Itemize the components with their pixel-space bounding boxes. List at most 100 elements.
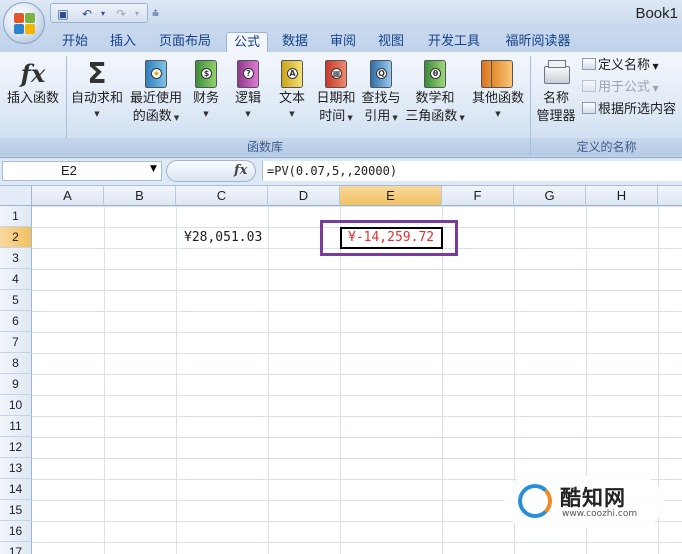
- name-manager-button[interactable]: 名称 管理器: [532, 58, 580, 126]
- create-from-selection-label: 根据所选内容: [598, 102, 677, 117]
- highlight-annotation-box: [320, 220, 458, 256]
- logical-button[interactable]: ? 逻辑 ▼: [230, 58, 266, 120]
- row-header-3[interactable]: 3: [0, 248, 32, 269]
- use-in-formula-icon: [582, 80, 596, 92]
- row-header-14[interactable]: 14: [0, 479, 32, 500]
- dropdown-arrow-icon: ▼: [650, 62, 659, 71]
- name-manager-icon: [543, 58, 570, 90]
- row-header-7[interactable]: 7: [0, 332, 32, 353]
- quick-access-toolbar: ▣ ↶ ▾ ↷ ▾: [50, 3, 148, 23]
- row-header-15[interactable]: 15: [0, 500, 32, 521]
- math-label-line2: 三角函数: [405, 109, 458, 124]
- math-trig-button[interactable]: θ 数学和 三角函数 ▼: [404, 58, 466, 126]
- define-name-label: 定义名称: [598, 58, 651, 73]
- create-from-selection-icon: [582, 102, 596, 114]
- row-header-4[interactable]: 4: [0, 269, 32, 290]
- office-logo-icon: [14, 13, 36, 35]
- column-header-partial[interactable]: [658, 186, 682, 206]
- office-button[interactable]: [3, 2, 45, 44]
- recent-functions-book-icon: ★: [143, 58, 169, 90]
- financial-book-icon: $: [193, 58, 219, 90]
- ribbon-tabs: 开始 插入 页面布局 公式 数据 审阅 视图 开发工具 福昕阅读器: [0, 30, 682, 52]
- ribbon: fx 插入函数 Σ 自动求和 ▼ ★ 最近使用 的函数 ▼ $ 财务 ▼ ? 逻…: [0, 52, 682, 158]
- row-header-12[interactable]: 12: [0, 437, 32, 458]
- formula-bar: E2 ▼ fx =PV(0.07,5,,20000): [0, 158, 682, 186]
- dropdown-arrow-icon: ▼: [390, 114, 398, 122]
- tab-view[interactable]: 视图: [370, 32, 412, 52]
- create-from-selection-button[interactable]: 根据所选内容: [582, 100, 676, 120]
- title-bar: ▣ ↶ ▾ ↷ ▾ ⩮ Book1: [0, 0, 682, 30]
- dropdown-arrow-icon: ▼: [495, 110, 501, 118]
- select-all-corner[interactable]: [0, 186, 32, 206]
- dropdown-arrow-icon: ▼: [245, 110, 251, 118]
- dropdown-arrow-icon: ▼: [94, 110, 100, 118]
- row-header-1[interactable]: 1: [0, 206, 32, 227]
- column-header-a[interactable]: A: [32, 186, 104, 206]
- cell-c2[interactable]: ¥28,051.03: [184, 227, 262, 248]
- name-box-dropdown-icon[interactable]: ▼: [150, 164, 157, 174]
- lookup-label-line2: 引用: [364, 109, 391, 124]
- tab-home[interactable]: 开始: [54, 32, 96, 52]
- undo-dropdown-icon[interactable]: ▾: [95, 6, 111, 22]
- dropdown-arrow-icon: ▼: [171, 114, 180, 122]
- row-header-2[interactable]: 2: [0, 227, 32, 248]
- gridline: [268, 206, 269, 554]
- redo-dropdown-icon[interactable]: ▾: [129, 6, 145, 22]
- dropdown-arrow-icon: ▼: [650, 84, 659, 93]
- row-header-5[interactable]: 5: [0, 290, 32, 311]
- more-functions-books-icon: [481, 58, 513, 90]
- dropdown-arrow-icon: ▼: [289, 110, 295, 118]
- coozhi-logo-icon: [518, 484, 552, 518]
- tab-review[interactable]: 审阅: [322, 32, 364, 52]
- tab-data[interactable]: 数据: [274, 32, 316, 52]
- define-name-button[interactable]: 定义名称 ▼: [582, 56, 659, 77]
- row-header-13[interactable]: 13: [0, 458, 32, 479]
- watermark: 酷知网 www.coozhi.com: [504, 476, 664, 528]
- more-functions-button[interactable]: 其他函数 ▼: [468, 58, 528, 120]
- column-header-g[interactable]: G: [514, 186, 586, 206]
- autosum-button[interactable]: Σ 自动求和 ▼: [68, 58, 126, 120]
- column-header-e[interactable]: E: [340, 186, 442, 206]
- column-header-b[interactable]: B: [104, 186, 176, 206]
- undo-icon[interactable]: ↶: [79, 6, 95, 22]
- row-header-10[interactable]: 10: [0, 395, 32, 416]
- dropdown-arrow-icon: ▼: [203, 110, 209, 118]
- row-header-8[interactable]: 8: [0, 353, 32, 374]
- tab-page-layout[interactable]: 页面布局: [150, 32, 220, 52]
- row-header-6[interactable]: 6: [0, 311, 32, 332]
- column-header-h[interactable]: H: [586, 186, 658, 206]
- save-icon[interactable]: ▣: [55, 6, 71, 22]
- row-header-11[interactable]: 11: [0, 416, 32, 437]
- redo-icon[interactable]: ↷: [113, 6, 129, 22]
- formula-input[interactable]: =PV(0.07,5,,20000): [262, 161, 682, 181]
- tab-developer[interactable]: 开发工具: [418, 32, 490, 52]
- tab-formulas[interactable]: 公式: [226, 32, 268, 52]
- column-header-f[interactable]: F: [442, 186, 514, 206]
- customize-qat-icon[interactable]: ⩮: [152, 6, 159, 21]
- row-header-17[interactable]: 17: [0, 542, 32, 554]
- insert-function-button[interactable]: fx 插入函数: [2, 58, 64, 108]
- insert-function-fx-icon[interactable]: fx: [234, 163, 247, 178]
- fx-icon: fx: [20, 59, 46, 88]
- recent-label-line2: 的函数: [132, 109, 172, 124]
- date-time-button[interactable]: ▦ 日期和 时间 ▼: [314, 58, 358, 126]
- text-button[interactable]: A 文本 ▼: [274, 58, 310, 120]
- use-in-formula-button[interactable]: 用于公式 ▼: [582, 78, 659, 99]
- datetime-label-line2: 时间: [319, 109, 346, 124]
- tab-insert[interactable]: 插入: [102, 32, 144, 52]
- row-header-9[interactable]: 9: [0, 374, 32, 395]
- gridline: [442, 206, 443, 554]
- watermark-name: 酷知网: [560, 486, 626, 510]
- datetime-book-icon: ▦: [323, 58, 349, 90]
- tab-foxit-reader[interactable]: 福昕阅读器: [496, 32, 580, 52]
- column-header-c[interactable]: C: [176, 186, 268, 206]
- column-header-d[interactable]: D: [268, 186, 340, 206]
- name-box[interactable]: E2: [2, 161, 162, 181]
- logical-book-icon: ?: [235, 58, 261, 90]
- group-defined-names: 定义的名称: [531, 138, 682, 156]
- row-header-16[interactable]: 16: [0, 521, 32, 542]
- lookup-reference-button[interactable]: Q 查找与 引用 ▼: [358, 58, 404, 126]
- recently-used-button[interactable]: ★ 最近使用 的函数 ▼: [126, 58, 186, 126]
- text-book-icon: A: [279, 58, 305, 90]
- financial-button[interactable]: $ 财务 ▼: [188, 58, 224, 120]
